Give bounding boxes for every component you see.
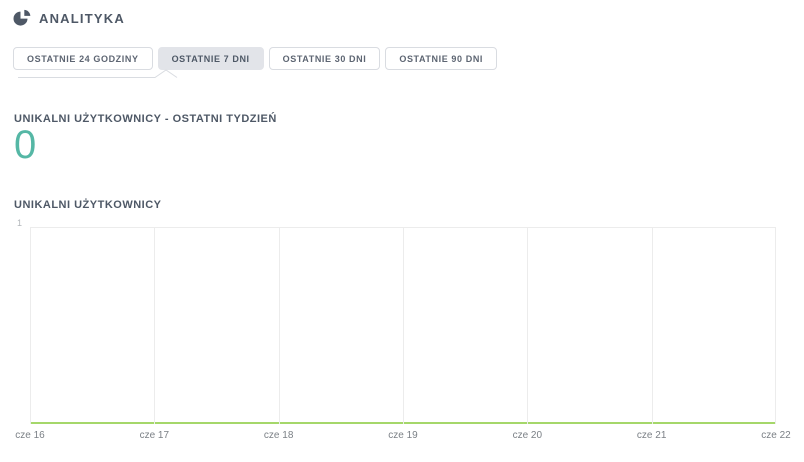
x-axis-label: cze 21 — [636, 430, 667, 441]
x-axis-label: cze 17 — [139, 430, 170, 441]
x-axis-label: cze 22 — [761, 430, 791, 441]
stat-value: 0 — [14, 123, 37, 167]
stat-label: UNIKALNI UŻYTKOWNICY - OSTATNI TYDZIEŃ — [14, 113, 277, 125]
filter-button-last-7-days[interactable]: OSTATNIE 7 DNI — [157, 47, 264, 70]
x-axis-label: cze 18 — [263, 430, 294, 441]
x-axis-label: cze 20 — [512, 430, 543, 441]
time-range-filter-group: OSTATNIE 24 GODZINY OSTATNIE 7 DNI OSTAT… — [13, 47, 498, 70]
chart-gridline — [278, 228, 280, 424]
x-axis-label: cze 19 — [388, 430, 418, 441]
x-axis-label: cze 16 — [15, 430, 45, 441]
chart-gridline — [775, 228, 776, 424]
chart-gridline — [651, 228, 653, 424]
filter-button-last-30-days[interactable]: OSTATNIE 30 DNI — [268, 47, 381, 70]
chart-gridline — [30, 228, 31, 424]
x-axis-labels: cze 16 cze 17 cze 18 cze 19 cze 20 cze 21 cze … — [15, 430, 790, 444]
chart-title: UNIKALNI UŻYTKOWNICY — [14, 199, 162, 211]
page-title: ANALITYKA — [39, 10, 125, 26]
chart-gridline — [527, 228, 529, 424]
filter-button-last-24-hours[interactable]: OSTATNIE 24 GODZINY — [13, 47, 153, 70]
filter-button-last-90-days[interactable]: OSTATNIE 90 DNI — [385, 47, 498, 70]
pie-chart-icon — [13, 9, 31, 27]
active-filter-notch-line — [18, 69, 178, 78]
chart-plot-area — [30, 227, 776, 424]
chart-gridline — [154, 228, 156, 424]
app-header: ANALITYKA — [13, 9, 125, 27]
chart-gridline — [403, 228, 404, 424]
y-axis-tick-label: 1 — [16, 218, 22, 228]
